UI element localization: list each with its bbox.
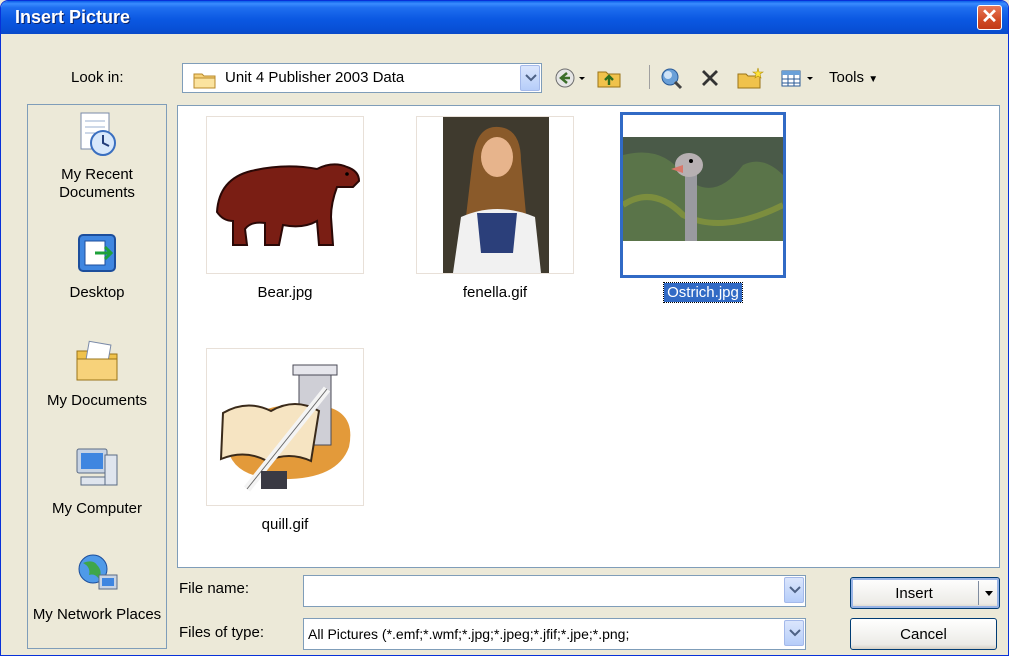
close-icon: ✕ — [981, 6, 998, 28]
network-places-icon — [78, 554, 118, 590]
chevron-down-icon — [525, 74, 537, 82]
place-label: My Documents — [46, 392, 148, 409]
chevron-down-icon: ▼ — [868, 74, 879, 85]
file-type-label: Files of type: — [179, 624, 265, 641]
file-name-combo[interactable] — [303, 575, 806, 607]
file-name: quill.gif — [261, 516, 309, 533]
search-web-icon[interactable] — [658, 65, 684, 91]
look-in-dropdown-button[interactable] — [520, 65, 540, 91]
place-my-network-places[interactable]: My Network Places — [28, 551, 166, 624]
place-desktop[interactable]: Desktop — [28, 229, 166, 302]
place-my-recent-documents[interactable]: My Recent Documents — [28, 111, 166, 202]
file-name: Bear.jpg — [257, 284, 313, 301]
file-name-selected: Ostrich.jpg — [596, 282, 810, 303]
toolbar-separator — [649, 65, 650, 89]
bear-image — [215, 163, 361, 246]
dialog-title: Insert Picture — [15, 7, 131, 27]
place-my-documents[interactable]: My Documents — [28, 337, 166, 410]
file-thumbnail-selected — [620, 112, 786, 278]
chevron-down-icon — [789, 586, 801, 594]
file-name-label: File name: — [179, 580, 250, 597]
desktop-icon — [78, 234, 116, 272]
close-button[interactable]: ✕ — [977, 5, 1002, 30]
quill-image — [219, 364, 351, 492]
file-type-combo[interactable]: All Pictures (*.emf;*.wmf;*.jpg;*.jpeg;*… — [303, 618, 806, 650]
ostrich-image — [621, 137, 785, 241]
place-label: Desktop — [69, 284, 125, 301]
button-divider — [978, 581, 979, 605]
folder-icon — [193, 73, 216, 89]
views-icon[interactable] — [780, 65, 802, 91]
cancel-button[interactable]: Cancel — [850, 618, 997, 650]
place-label: My Network Places — [32, 606, 162, 623]
insert-dropdown-icon[interactable] — [984, 590, 994, 598]
look-in-label: Look in: — [71, 69, 124, 86]
tools-menu-button[interactable]: Tools ▼ — [829, 69, 878, 86]
tools-label: Tools — [829, 69, 865, 86]
insert-button[interactable]: Insert — [850, 577, 1000, 609]
place-label: My Computer — [51, 500, 143, 517]
new-folder-icon[interactable] — [736, 65, 764, 91]
delete-icon[interactable] — [698, 65, 722, 91]
file-list[interactable]: Bear.jpg fenella.gif Ostrich.jpg quill.g… — [177, 105, 1000, 568]
look-in-dropdown[interactable]: Unit 4 Publisher 2003 Data — [182, 63, 542, 93]
place-label: My Recent Documents — [59, 166, 135, 201]
recent-documents-icon — [80, 112, 116, 156]
file-name-dropdown-button[interactable] — [784, 577, 804, 603]
back-icon[interactable] — [554, 65, 576, 91]
insert-button-label: Insert — [895, 585, 933, 602]
file-name: fenella.gif — [462, 284, 528, 301]
views-dropdown-icon[interactable] — [805, 65, 815, 91]
chevron-down-icon — [789, 629, 801, 637]
up-folder-icon[interactable] — [596, 65, 622, 91]
my-documents-icon — [76, 340, 118, 381]
look-in-value: Unit 4 Publisher 2003 Data — [225, 69, 405, 86]
back-dropdown-icon[interactable] — [577, 65, 587, 91]
file-thumbnail — [206, 116, 364, 274]
file-thumbnail — [416, 116, 574, 274]
place-my-computer[interactable]: My Computer — [28, 445, 166, 518]
cancel-button-label: Cancel — [900, 626, 947, 643]
my-computer-icon — [76, 448, 118, 486]
places-bar: My Recent Documents Desktop My Documents — [27, 104, 167, 649]
title-bar[interactable]: Insert Picture ✕ — [1, 1, 1008, 34]
file-type-dropdown-button[interactable] — [784, 620, 804, 646]
file-thumbnail — [206, 348, 364, 506]
file-type-value: All Pictures (*.emf;*.wmf;*.jpg;*.jpeg;*… — [308, 626, 630, 642]
insert-picture-dialog: Insert Picture ✕ Look in: Unit 4 Publish… — [0, 0, 1009, 656]
fenella-image — [443, 117, 549, 273]
